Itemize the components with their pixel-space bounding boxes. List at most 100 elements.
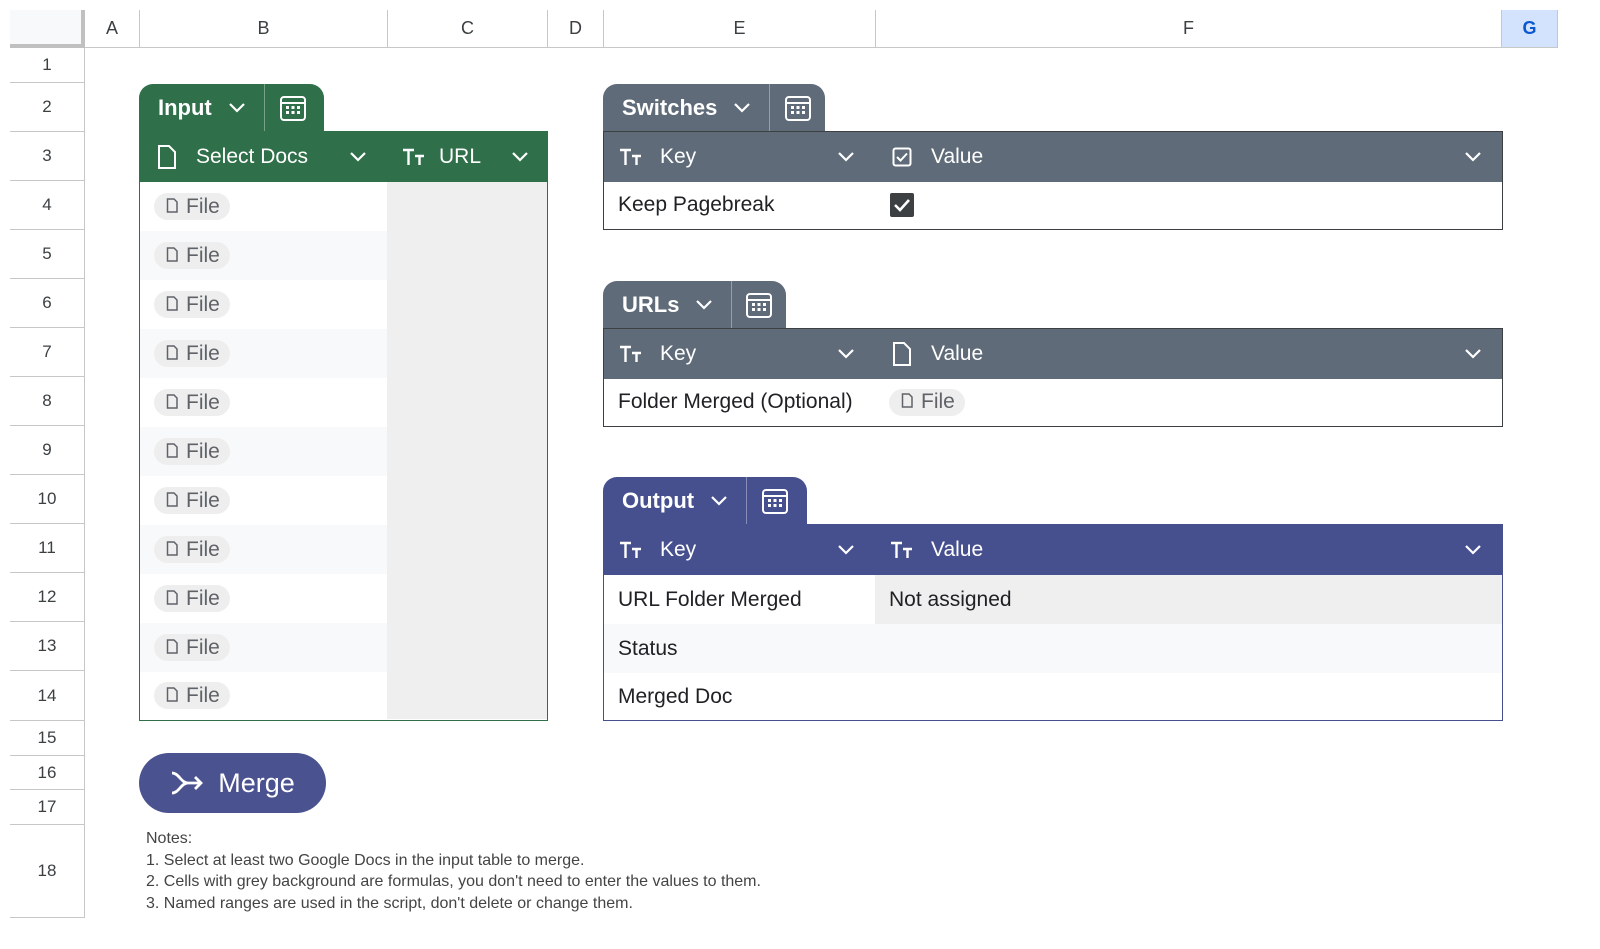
keep-pagebreak-checkbox[interactable] — [889, 192, 915, 218]
column-header-d[interactable]: D — [548, 10, 604, 48]
row-header-17[interactable]: 17 — [10, 790, 85, 825]
url-cell[interactable] — [387, 672, 547, 719]
url-cell[interactable] — [387, 231, 547, 280]
select-docs-cell[interactable]: File — [140, 182, 387, 231]
column-header-e[interactable]: E — [604, 10, 876, 48]
column-select-docs[interactable]: Select Docs — [140, 132, 387, 182]
column-key[interactable]: Key — [604, 329, 875, 379]
row-header-6[interactable]: 6 — [10, 279, 85, 328]
file-chip[interactable]: File — [154, 634, 230, 661]
select-docs-cell[interactable]: File — [140, 378, 387, 427]
file-chip[interactable]: File — [154, 438, 230, 465]
key-cell[interactable]: Keep Pagebreak — [604, 182, 875, 228]
row-header-4[interactable]: 4 — [10, 181, 85, 230]
key-cell[interactable]: Status — [604, 624, 875, 673]
file-chip[interactable]: File — [154, 291, 230, 318]
column-value[interactable]: Value — [875, 525, 1502, 575]
key-cell[interactable]: URL Folder Merged — [604, 575, 875, 624]
row-header-8[interactable]: 8 — [10, 377, 85, 426]
row-header-15[interactable]: 15 — [10, 721, 85, 756]
select-docs-cell[interactable]: File — [140, 574, 387, 623]
url-cell[interactable] — [387, 525, 547, 574]
row-header-2[interactable]: 2 — [10, 83, 85, 132]
row-header-16[interactable]: 16 — [10, 756, 85, 790]
select-all-corner[interactable] — [10, 10, 85, 48]
row-header-1[interactable]: 1 — [10, 48, 85, 83]
chevron-down-icon[interactable] — [1464, 345, 1482, 363]
input-table-tab[interactable]: Input — [139, 84, 324, 132]
file-chip[interactable]: File — [154, 682, 230, 709]
chevron-down-icon[interactable] — [733, 99, 751, 117]
file-chip[interactable]: File — [154, 193, 230, 220]
chevron-down-icon[interactable] — [228, 99, 246, 117]
value-cell[interactable]: Not assigned — [875, 575, 1502, 624]
row-header-3[interactable]: 3 — [10, 132, 85, 181]
chevron-down-icon[interactable] — [695, 296, 713, 314]
table-calculator-icon[interactable] — [732, 281, 786, 329]
url-cell[interactable] — [387, 574, 547, 623]
url-cell[interactable] — [387, 182, 547, 231]
value-cell[interactable] — [875, 673, 1502, 720]
select-docs-cell[interactable]: File — [140, 231, 387, 280]
select-docs-cell[interactable]: File — [140, 476, 387, 525]
row-header-10[interactable]: 10 — [10, 475, 85, 524]
row-header-5[interactable]: 5 — [10, 230, 85, 279]
urls-table-tab[interactable]: URLs — [603, 281, 786, 329]
chevron-down-icon[interactable] — [710, 492, 728, 510]
column-value[interactable]: Value — [875, 132, 1502, 182]
row-header-11[interactable]: 11 — [10, 524, 85, 573]
table-calculator-icon[interactable] — [747, 477, 803, 525]
output-table-tab[interactable]: Output — [603, 477, 807, 525]
row-header-7[interactable]: 7 — [10, 328, 85, 377]
url-cell[interactable] — [387, 427, 547, 476]
file-chip[interactable]: File — [154, 536, 230, 563]
file-chip[interactable]: File — [154, 585, 230, 612]
column-value[interactable]: Value — [875, 329, 1502, 379]
value-cell[interactable]: File — [875, 379, 1502, 425]
file-chip[interactable]: File — [889, 388, 965, 416]
chevron-down-icon[interactable] — [1464, 148, 1482, 166]
row-header-12[interactable]: 12 — [10, 573, 85, 622]
key-cell[interactable]: Folder Merged (Optional) — [604, 379, 875, 425]
row-header-9[interactable]: 9 — [10, 426, 85, 475]
merge-button[interactable]: Merge — [139, 753, 326, 813]
url-cell[interactable] — [387, 476, 547, 525]
chevron-down-icon[interactable] — [349, 148, 367, 166]
url-cell[interactable] — [387, 280, 547, 329]
chevron-down-icon[interactable] — [837, 345, 855, 363]
column-header-a[interactable]: A — [85, 10, 140, 48]
chevron-down-icon[interactable] — [837, 148, 855, 166]
column-url[interactable]: URL — [387, 132, 547, 182]
url-cell[interactable] — [387, 378, 547, 427]
column-header-c[interactable]: C — [388, 10, 548, 48]
switches-table-tab[interactable]: Switches — [603, 84, 825, 132]
chevron-down-icon[interactable] — [1464, 541, 1482, 559]
value-cell[interactable] — [875, 182, 1502, 228]
value-cell[interactable] — [875, 624, 1502, 673]
file-chip[interactable]: File — [154, 340, 230, 367]
url-cell[interactable] — [387, 329, 547, 378]
table-calculator-icon[interactable] — [770, 84, 825, 132]
column-header-f[interactable]: F — [876, 10, 1502, 48]
url-cell[interactable] — [387, 623, 547, 672]
chevron-down-icon[interactable] — [511, 148, 529, 166]
select-docs-cell[interactable]: File — [140, 329, 387, 378]
select-docs-cell[interactable]: File — [140, 280, 387, 329]
row-header-18[interactable]: 18 — [10, 825, 85, 918]
row-header-13[interactable]: 13 — [10, 622, 85, 671]
select-docs-cell[interactable]: File — [140, 525, 387, 574]
column-key[interactable]: Key — [604, 132, 875, 182]
row-header-14[interactable]: 14 — [10, 671, 85, 721]
file-chip[interactable]: File — [154, 242, 230, 269]
column-header-b[interactable]: B — [140, 10, 388, 48]
select-docs-cell[interactable]: File — [140, 623, 387, 672]
key-cell[interactable]: Merged Doc — [604, 673, 875, 720]
table-calculator-icon[interactable] — [265, 84, 321, 132]
chevron-down-icon[interactable] — [837, 541, 855, 559]
column-header-g[interactable]: G — [1502, 10, 1558, 48]
column-key[interactable]: Key — [604, 525, 875, 575]
file-chip[interactable]: File — [154, 487, 230, 514]
select-docs-cell[interactable]: File — [140, 672, 387, 719]
select-docs-cell[interactable]: File — [140, 427, 387, 476]
file-chip[interactable]: File — [154, 389, 230, 416]
